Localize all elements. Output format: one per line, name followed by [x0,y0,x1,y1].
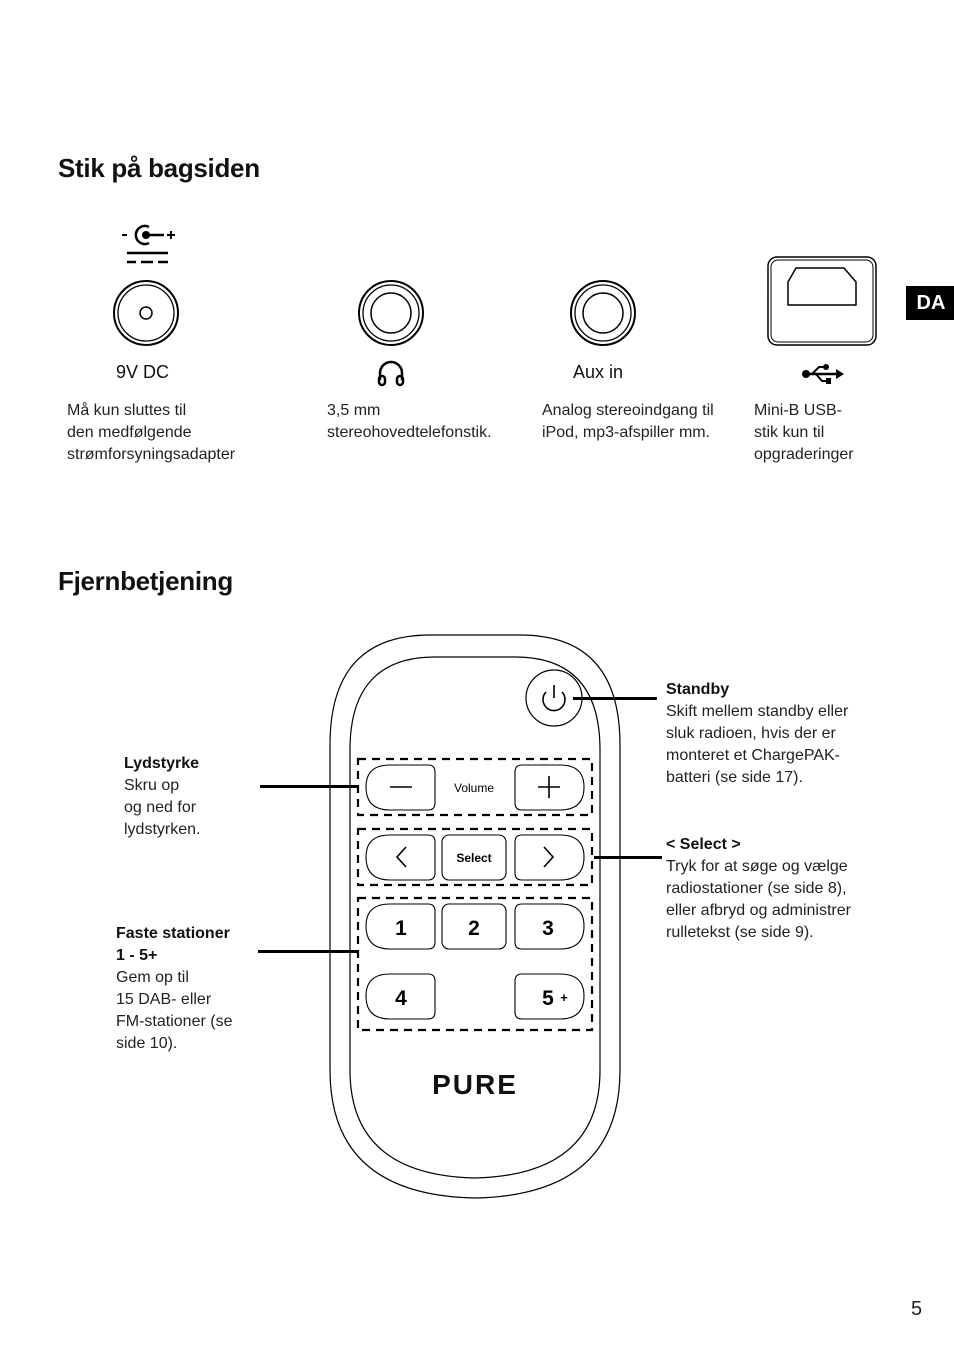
previous-button[interactable] [365,834,436,881]
volume-up-button[interactable] [514,764,585,811]
preset-5-label: 5 [542,987,554,1010]
next-button[interactable] [514,834,585,881]
preset-3-label: 3 [542,917,554,940]
language-tab: DA [906,286,954,320]
connector-desc-dc: Må kun sluttes til den medfølgende strøm… [67,402,236,463]
page-number: 5 [911,1298,923,1320]
preset-5-button[interactable]: 5 + [514,973,585,1020]
brand-logo: PURE [432,1069,518,1100]
callout-presets-text: Gem op til 15 DAB- eller FM-stationer (s… [116,969,233,1052]
leader-line-standby [573,697,657,700]
section-title-rear-connectors: Stik på bagsiden [58,153,260,183]
callout-standby-text: Skift mellem standby eller sluk radioen,… [666,703,849,786]
section-title-remote: Fjernbetjening [58,566,233,596]
headphone-jack-icon [358,280,424,346]
preset-4-label: 4 [395,987,407,1010]
volume-down-button[interactable] [365,764,436,811]
preset-1-button[interactable]: 1 [365,903,436,950]
callout-volume-text: Skru op og ned for lydstyrken. [124,777,201,838]
preset-2-label: 2 [468,917,480,940]
preset-1-label: 1 [395,917,407,940]
callout-select-text: Tryk for at søge og vælge radiostationer… [666,858,851,941]
usb-icon [802,364,844,384]
preset-4-button[interactable]: 4 [365,973,436,1020]
callout-volume: Lydstyrke Skru op og ned for lydstyrken. [124,753,200,841]
connector-label-dc: 9V DC [116,362,170,382]
preset-2-button[interactable]: 2 [441,903,507,950]
dc-jack-icon [113,280,179,346]
preset-3-button[interactable]: 3 [514,903,585,950]
connector-desc-headphones: 3,5 mm stereohovedtelefonstik. [327,402,492,441]
callout-standby: Standby Skift mellem standby eller sluk … [666,679,848,789]
leader-line-presets [258,950,358,953]
select-button[interactable]: Select [441,834,507,881]
callout-standby-title: Standby [666,681,730,698]
leader-line-volume [260,785,358,788]
headphones-icon [377,360,405,387]
remote-control: Volume Select 1 2 3 4 5 + PURE [329,634,621,1199]
callout-select: < Select > Tryk for at søge og vælge rad… [666,834,851,944]
leader-line-select [594,856,662,859]
dc-polarity-icon [122,224,175,264]
connector-desc-aux: Analog stereoindgang til iPod, mp3-afspi… [542,402,714,441]
callout-select-title: < Select > [666,836,741,853]
callout-presets: Faste stationer 1 - 5+ Gem op til 15 DAB… [116,923,232,1055]
connector-label-aux: Aux in [573,362,624,382]
select-label: Select [456,851,491,865]
usb-port-icon [767,256,877,346]
preset-5-plus: + [560,990,568,1005]
volume-label: Volume [454,781,494,795]
callout-volume-title: Lydstyrke [124,755,199,772]
callout-presets-title: Faste stationer 1 - 5+ [116,925,230,964]
aux-jack-icon [570,280,636,346]
connector-desc-usb: Mini-B USB- stik kun til opgraderinger [754,402,854,463]
